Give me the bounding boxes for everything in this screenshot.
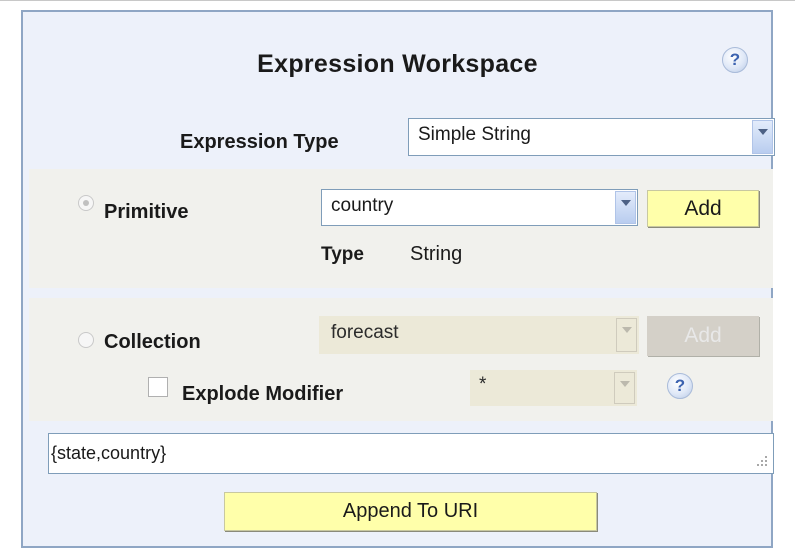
collection-value: forecast xyxy=(331,322,399,343)
primitive-label: Primitive xyxy=(104,201,189,223)
uri-expression-value: {state,country} xyxy=(51,443,167,463)
collection-radio[interactable] xyxy=(78,332,94,348)
explode-modifier-value: * xyxy=(479,374,487,395)
primitive-type-value: String xyxy=(410,243,463,265)
append-to-uri-button[interactable]: Append To URI xyxy=(224,492,597,531)
dropdown-arrow-icon[interactable] xyxy=(615,191,636,224)
primitive-add-button[interactable]: Add xyxy=(647,190,759,227)
explode-modifier-select[interactable]: * xyxy=(470,370,637,406)
resize-grip-icon[interactable] xyxy=(755,456,767,468)
primitive-select[interactable]: country xyxy=(321,189,638,226)
explode-modifier-checkbox[interactable] xyxy=(148,377,168,397)
dropdown-arrow-icon[interactable] xyxy=(616,318,637,352)
top-divider xyxy=(0,0,795,1)
primitive-radio[interactable] xyxy=(78,195,94,211)
uri-expression-input[interactable]: {state,country} xyxy=(48,433,774,474)
collection-add-button[interactable]: Add xyxy=(647,316,759,356)
explode-modifier-label: Explode Modifier xyxy=(182,383,344,405)
page-title: Expression Workspace xyxy=(257,50,538,78)
primitive-section xyxy=(29,169,773,288)
help-icon[interactable]: ? xyxy=(722,47,748,73)
expression-type-value: Simple String xyxy=(418,124,531,145)
dropdown-arrow-icon[interactable] xyxy=(752,120,773,154)
primitive-type-label: Type xyxy=(321,244,364,265)
help-icon[interactable]: ? xyxy=(667,373,693,399)
collection-label: Collection xyxy=(104,331,201,353)
primitive-value: country xyxy=(331,195,394,216)
dropdown-arrow-icon[interactable] xyxy=(614,372,635,404)
expression-type-select[interactable]: Simple String xyxy=(408,118,775,156)
expression-type-label: Expression Type xyxy=(180,131,339,153)
collection-select[interactable]: forecast xyxy=(319,316,639,354)
